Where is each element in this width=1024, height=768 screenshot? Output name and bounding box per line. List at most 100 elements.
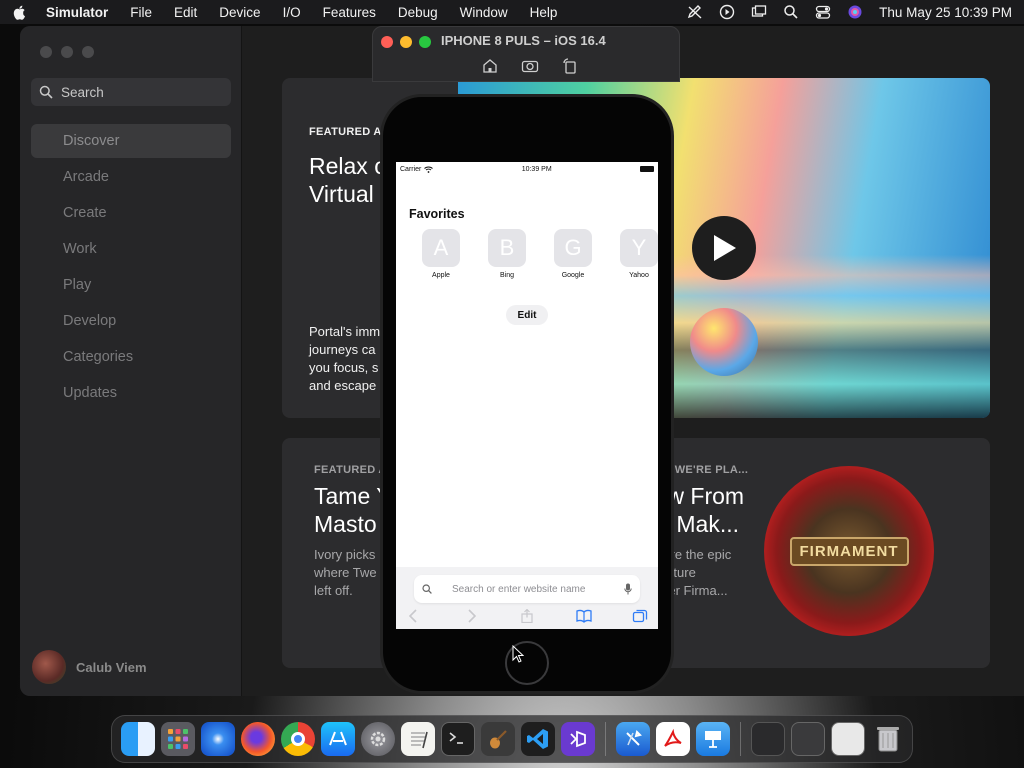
firmament-artwork: FIRMAMENT [764, 466, 934, 636]
menu-window[interactable]: Window [460, 5, 508, 20]
xcode-hammer-icon [626, 730, 642, 746]
avatar [32, 650, 66, 684]
user-account[interactable]: Calub Viem [32, 650, 147, 684]
favorite-label: Apple [432, 272, 450, 279]
play-icon [714, 235, 736, 261]
status-control-center-icon[interactable] [815, 4, 831, 20]
card-kicker: FEATURED A [314, 464, 387, 476]
edit-favorites-button[interactable]: Edit [506, 305, 548, 325]
close-button[interactable] [40, 46, 52, 58]
bookmarks-icon[interactable] [575, 609, 592, 623]
menu-help[interactable]: Help [530, 5, 558, 20]
status-bar: Carrier 10:39 PM [396, 162, 658, 176]
menu-app-name[interactable]: Simulator [46, 5, 108, 20]
status-search-icon[interactable] [783, 4, 799, 20]
card-kicker: FEATURED A [309, 126, 382, 138]
chrome-icon[interactable] [281, 722, 315, 756]
status-datetime[interactable]: Thu May 25 10:39 PM [879, 5, 1012, 20]
window-thumb-3[interactable] [831, 722, 865, 756]
favorite-yahoo[interactable]: Y Yahoo [606, 229, 658, 279]
xcode-icon[interactable] [616, 722, 650, 756]
search-input[interactable]: Search [31, 78, 231, 106]
favorite-google[interactable]: G Google [540, 229, 606, 279]
wifi-icon [424, 166, 434, 173]
menu-features[interactable]: Features [323, 5, 376, 20]
favorites-grid: A Apple B Bing G Google Y Yahoo [408, 229, 658, 279]
menu-file[interactable]: File [130, 5, 152, 20]
rotate-icon[interactable] [561, 57, 579, 75]
window-thumb-2[interactable] [791, 722, 825, 756]
menu-debug[interactable]: Debug [398, 5, 438, 20]
acrobat-icon[interactable] [656, 722, 690, 756]
battery-icon [639, 166, 654, 172]
sidebar-item-play[interactable]: Play [31, 268, 231, 302]
keynote-podium-icon [705, 731, 721, 748]
launchpad-icon[interactable] [161, 722, 195, 756]
sidebar-item-updates[interactable]: Updates [31, 376, 231, 410]
menu-io[interactable]: I/O [283, 5, 301, 20]
share-icon[interactable] [519, 609, 535, 623]
favorite-label: Bing [499, 272, 514, 279]
screenshot-icon[interactable] [521, 57, 539, 75]
featured-card-firmament[interactable]: WHAT WE'RE PLA... New From the Mak... Ex… [622, 438, 990, 668]
status-siri-icon[interactable] [847, 4, 863, 20]
sidebar-item-develop[interactable]: Develop [31, 304, 231, 338]
textedit-icon[interactable] [401, 722, 435, 756]
terminal-prompt-icon [449, 732, 463, 744]
status-play-icon[interactable] [719, 4, 735, 20]
chrome-center [291, 732, 305, 746]
back-icon[interactable] [406, 609, 422, 623]
sidebar-item-categories[interactable]: Categories [31, 340, 231, 374]
safari-bottom-bar: Search or enter website name [396, 567, 658, 629]
carrier-label: Carrier [400, 166, 434, 173]
zoom-button[interactable] [82, 46, 94, 58]
sim-zoom-button[interactable] [419, 36, 431, 48]
url-input[interactable]: Search or enter website name [414, 575, 640, 603]
favorite-apple[interactable]: A Apple [408, 229, 474, 279]
trash-can-icon [877, 727, 899, 752]
terminal-icon[interactable] [441, 722, 475, 756]
textedit-lines-icon [411, 731, 428, 749]
finder-icon[interactable] [121, 722, 155, 756]
keynote-icon[interactable] [696, 722, 730, 756]
visual-studio-icon[interactable] [561, 722, 595, 756]
dock-separator [605, 722, 606, 756]
favorite-label: Yahoo [629, 272, 649, 279]
sim-minimize-button[interactable] [400, 36, 412, 48]
system-settings-icon[interactable] [361, 722, 395, 756]
home-icon[interactable] [481, 57, 499, 75]
favorite-tile: Y [620, 229, 658, 267]
play-video-button[interactable] [692, 216, 756, 280]
instruments-icon[interactable] [481, 722, 515, 756]
apple-logo-icon[interactable] [12, 4, 28, 20]
acrobat-logo-icon [664, 728, 682, 747]
microphone-icon[interactable] [624, 583, 632, 595]
minimize-button[interactable] [61, 46, 73, 58]
sim-close-button[interactable] [381, 36, 393, 48]
sidebar-item-arcade[interactable]: Arcade [31, 160, 231, 194]
tabs-icon[interactable] [632, 609, 648, 623]
forward-icon[interactable] [463, 609, 479, 623]
safari-icon[interactable] [201, 722, 235, 756]
vscode-icon[interactable] [521, 722, 555, 756]
launchpad-grid-icon [168, 729, 188, 749]
phone-screen[interactable]: Carrier 10:39 PM Favorites A Apple B Bin… [396, 162, 658, 629]
firmament-logo-text: FIRMAMENT [789, 536, 909, 566]
dock-separator [740, 722, 741, 756]
status-pen-icon[interactable] [687, 4, 703, 20]
search-icon [39, 85, 53, 99]
sidebar-item-discover[interactable]: Discover [31, 124, 231, 158]
menu-device[interactable]: Device [219, 5, 260, 20]
app-store-icon[interactable] [321, 722, 355, 756]
favorite-bing[interactable]: B Bing [474, 229, 540, 279]
status-windows-icon[interactable] [751, 4, 767, 20]
window-thumb-1[interactable] [751, 722, 785, 756]
trash-icon[interactable] [871, 722, 905, 756]
url-placeholder: Search or enter website name [452, 583, 586, 595]
sidebar-item-create[interactable]: Create [31, 196, 231, 230]
firefox-icon[interactable] [241, 722, 275, 756]
menu-edit[interactable]: Edit [174, 5, 197, 20]
sidebar-item-work[interactable]: Work [31, 232, 231, 266]
favorites-title: Favorites [409, 207, 465, 221]
simulator-window-controls [381, 36, 431, 48]
